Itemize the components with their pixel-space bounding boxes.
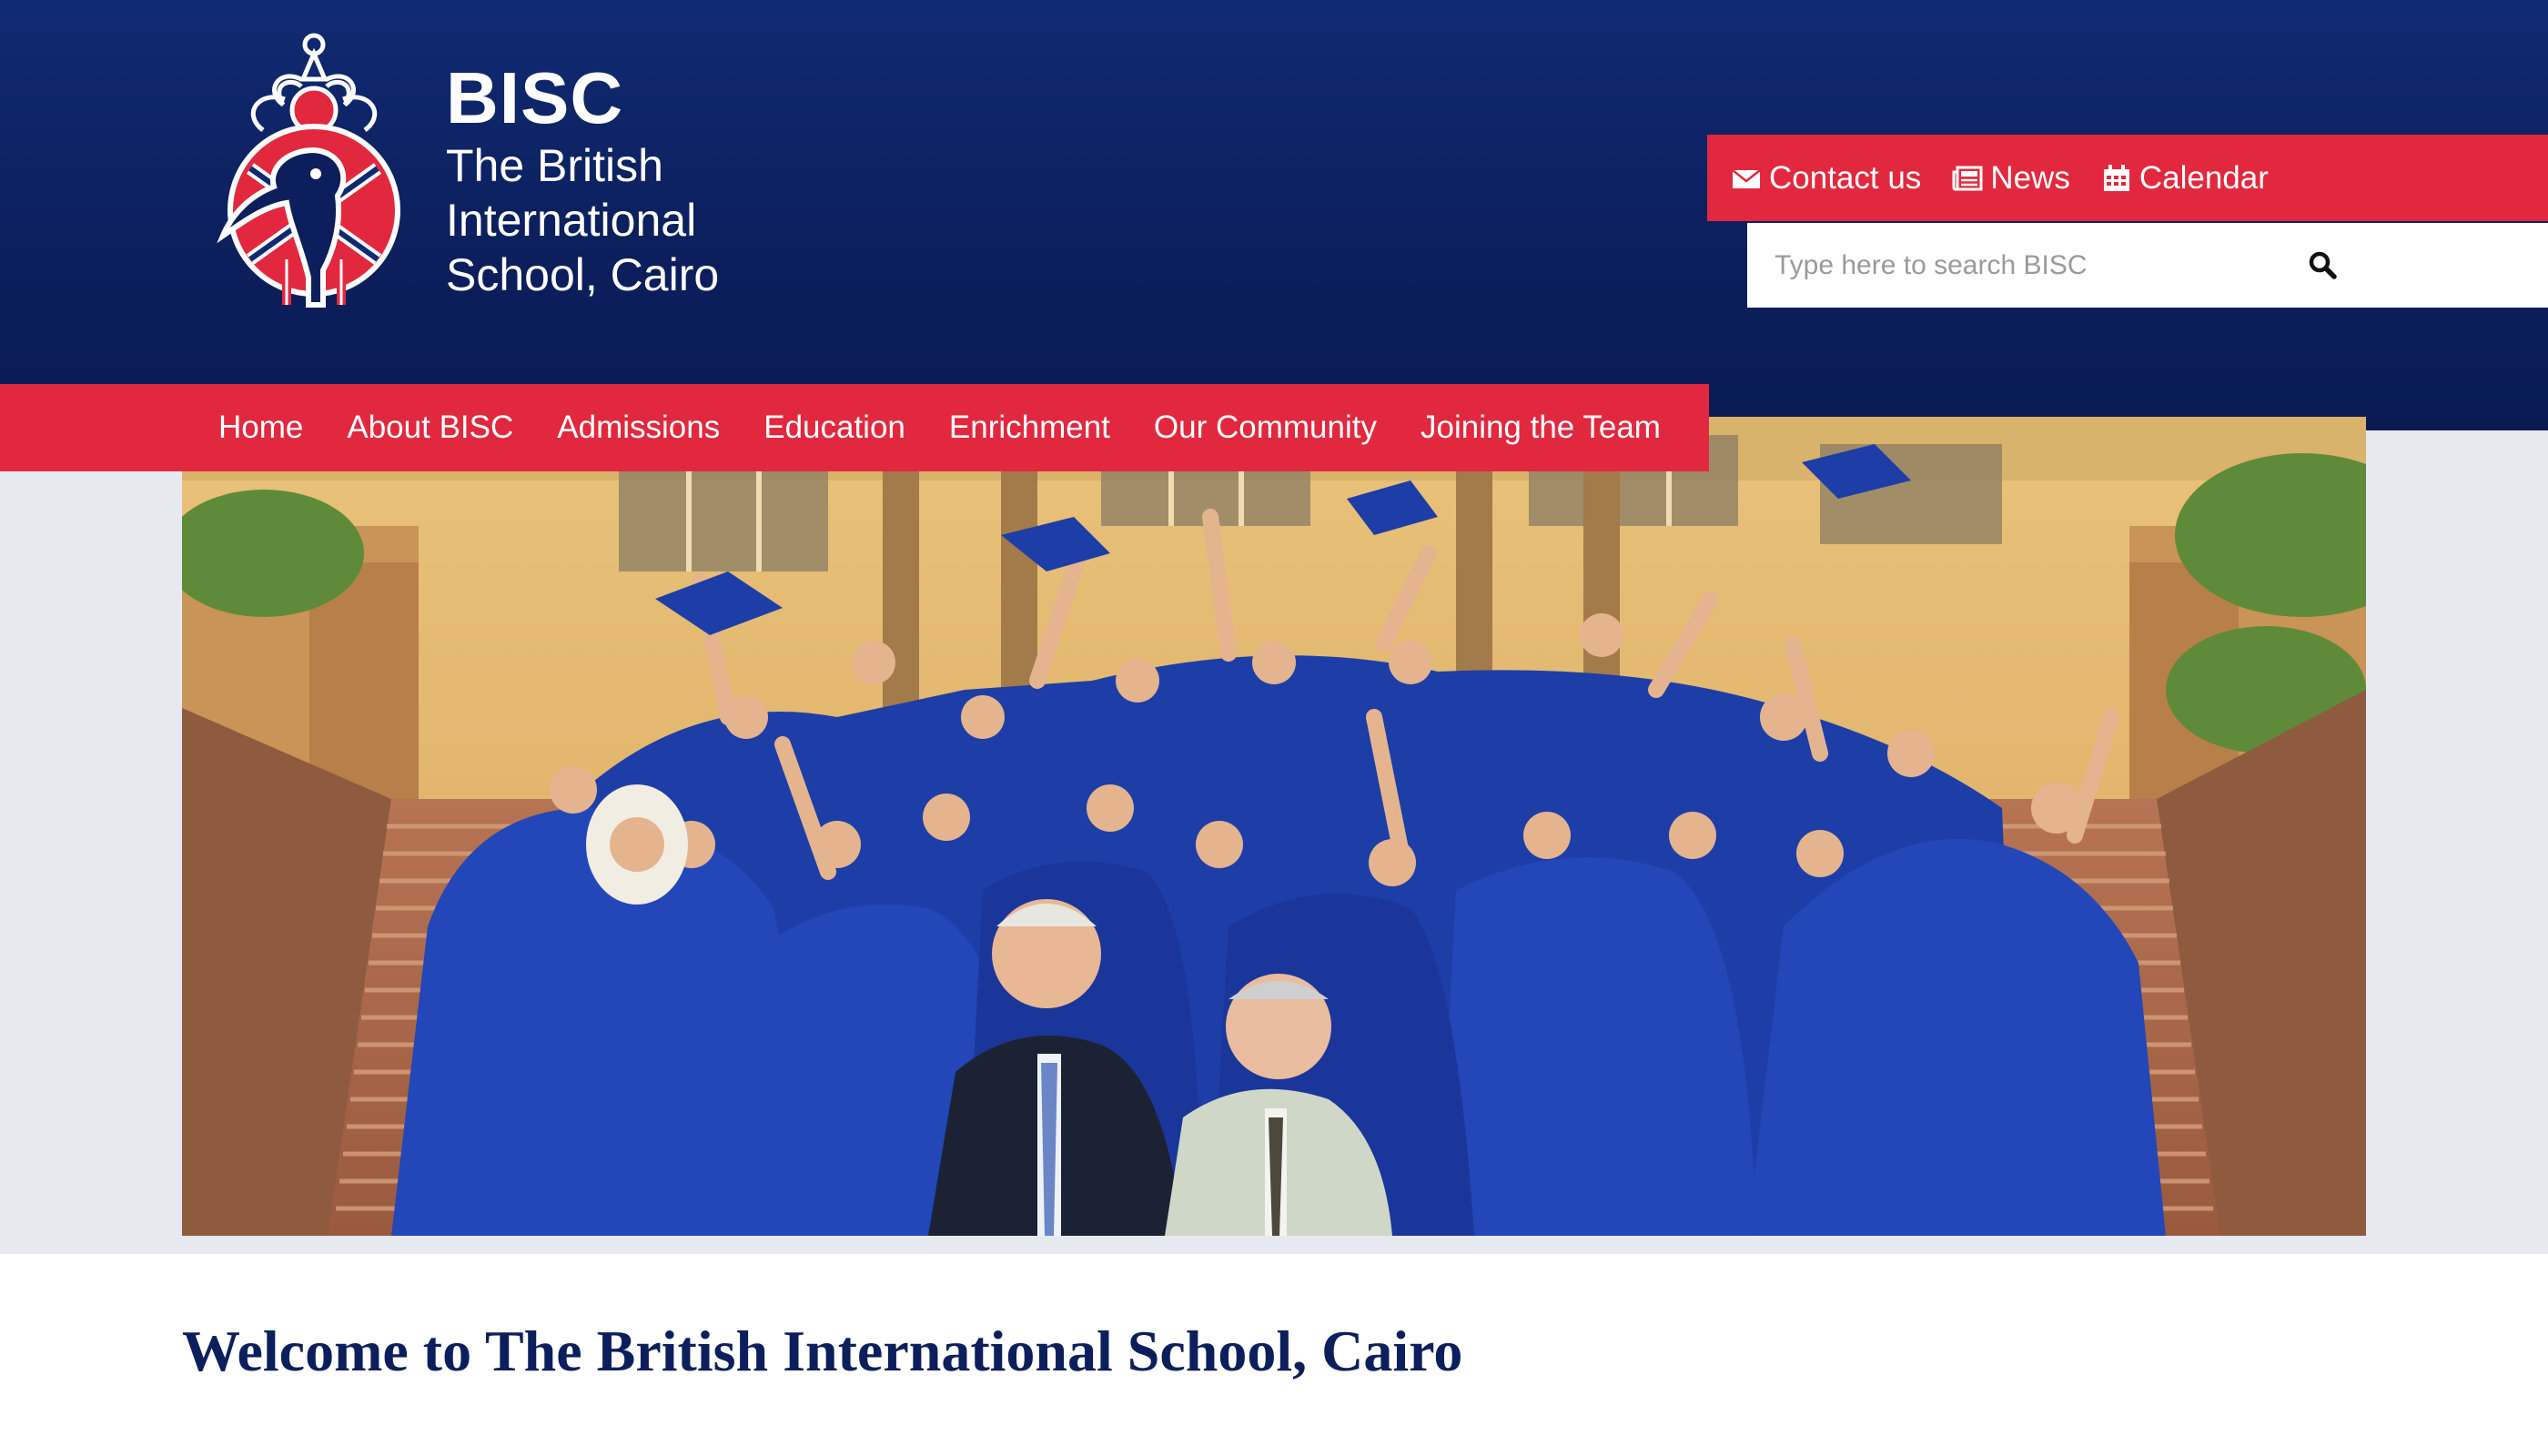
newspaper-icon — [1952, 163, 1983, 194]
nav-item-education[interactable]: Education — [763, 410, 905, 446]
nav-item-enrichment[interactable]: Enrichment — [949, 410, 1110, 446]
envelope-icon — [1731, 163, 1762, 194]
news-link[interactable]: News — [1952, 160, 2070, 197]
welcome-heading: Welcome to The British International Sch… — [182, 1319, 1463, 1383]
search-box — [1747, 223, 2548, 308]
calendar-link[interactable]: Calendar — [2101, 160, 2269, 197]
contact-us-link[interactable]: Contact us — [1731, 160, 1921, 197]
nav-item-admissions[interactable]: Admissions — [557, 410, 720, 446]
search-icon[interactable] — [2299, 241, 2346, 288]
main-nav: Home About BISC Admissions Education Enr… — [0, 384, 1709, 471]
news-label: News — [1990, 159, 2070, 196]
search-input[interactable] — [1774, 238, 2284, 293]
calendar-label: Calendar — [2138, 159, 2269, 196]
calendar-icon — [2101, 163, 2132, 194]
nav-item-about-bisc[interactable]: About BISC — [347, 410, 513, 446]
utility-nav: Contact us News Calendar — [1707, 135, 2548, 221]
nav-item-home[interactable]: Home — [218, 410, 303, 446]
brand-abbreviation[interactable]: BISC — [446, 56, 623, 140]
graduation-photo — [182, 417, 2366, 1236]
contact-us-label: Contact us — [1769, 159, 1922, 196]
page: BISC The British International School, C… — [0, 0, 2548, 1456]
brand-name[interactable]: The British International School, Cairo — [446, 138, 828, 302]
nav-item-joining-the-team[interactable]: Joining the Team — [1421, 410, 1661, 446]
ibis-crest-icon[interactable] — [214, 32, 414, 314]
nav-item-our-community[interactable]: Our Community — [1154, 410, 1377, 446]
